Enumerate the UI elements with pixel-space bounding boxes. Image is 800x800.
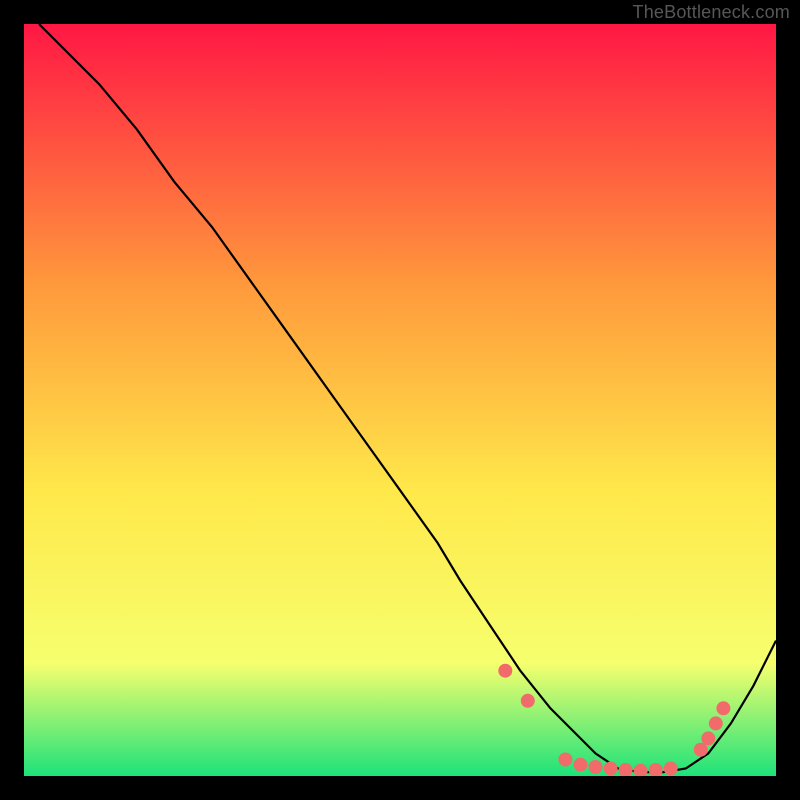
watermark-text: TheBottleneck.com bbox=[633, 2, 790, 23]
chart-frame: TheBottleneck.com bbox=[0, 0, 800, 800]
data-point bbox=[521, 694, 535, 708]
plot-area bbox=[24, 24, 776, 776]
data-point bbox=[558, 753, 572, 767]
data-point bbox=[664, 762, 678, 776]
data-point bbox=[574, 758, 588, 772]
data-point bbox=[604, 762, 618, 776]
gradient-background bbox=[24, 24, 776, 776]
data-point bbox=[716, 701, 730, 715]
chart-svg bbox=[24, 24, 776, 776]
data-point bbox=[701, 731, 715, 745]
data-point bbox=[709, 716, 723, 730]
data-point bbox=[589, 760, 603, 774]
data-point bbox=[498, 664, 512, 678]
